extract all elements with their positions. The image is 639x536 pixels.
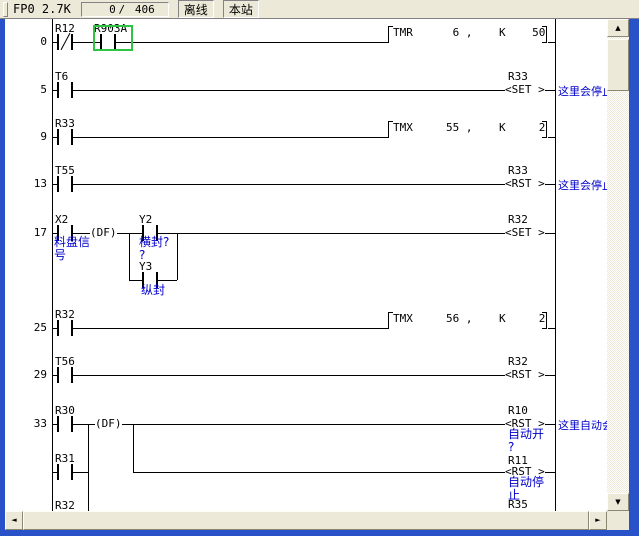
arrow-up-icon: ▲ bbox=[615, 25, 620, 32]
rung-number: 29 bbox=[5, 368, 47, 381]
wire-horizontal bbox=[52, 424, 555, 425]
contact-no-R30[interactable] bbox=[57, 416, 73, 432]
wire-horizontal bbox=[52, 328, 388, 329]
wire-vertical bbox=[177, 233, 178, 280]
wire-horizontal bbox=[52, 90, 555, 91]
device-label: R32 bbox=[55, 500, 75, 511]
vertical-scroll-thumb[interactable] bbox=[607, 39, 629, 91]
device-label: R33 bbox=[55, 118, 75, 130]
instruction-bracket-right bbox=[542, 26, 547, 43]
scroll-right-button[interactable]: ► bbox=[589, 511, 607, 530]
toolbar-grip[interactable] bbox=[3, 2, 8, 17]
step-current: 0 bbox=[82, 3, 116, 16]
instruction-bracket-left bbox=[388, 121, 393, 138]
device-label: T55 bbox=[55, 165, 75, 177]
comment-annotation: 这里会停止 bbox=[558, 83, 607, 99]
contact-no-T6[interactable] bbox=[57, 82, 73, 98]
device-label: R10 bbox=[508, 405, 528, 417]
contact-no-T56[interactable] bbox=[57, 367, 73, 383]
device-label: R30 bbox=[55, 405, 75, 417]
contact-no-R32[interactable] bbox=[57, 320, 73, 336]
arrow-left-icon: ◄ bbox=[11, 517, 16, 524]
device-label: R32 bbox=[508, 356, 528, 368]
step-total: 406 bbox=[128, 3, 162, 16]
left-power-rail bbox=[52, 19, 53, 511]
mode-indicator[interactable]: 离线 bbox=[178, 0, 214, 18]
device-type-label: FP0 2.7K bbox=[13, 2, 71, 16]
coil-set-R32[interactable]: <SET > bbox=[505, 226, 545, 240]
instruction-bracket-right bbox=[542, 121, 547, 138]
vertical-scrollbar[interactable]: ▲ ▼ bbox=[607, 19, 629, 511]
wire-vertical bbox=[129, 233, 130, 280]
scrollbar-corner bbox=[607, 511, 629, 530]
comment-label: 纵封 bbox=[141, 284, 165, 297]
arrow-down-icon: ▼ bbox=[615, 499, 620, 506]
status-toolbar: FP0 2.7K 0 / 406 离线 本站 bbox=[0, 0, 639, 19]
horizontal-scroll-thumb[interactable] bbox=[23, 511, 589, 530]
contact-nc-R12[interactable] bbox=[57, 34, 73, 50]
rung-number: 5 bbox=[5, 83, 47, 96]
wire-vertical bbox=[133, 424, 134, 472]
comment-annotation: 这里会停止 bbox=[558, 177, 607, 193]
ladder-editor-area[interactable]: 0R12R903ATMR 6 , K 505T6R33<SET >这里会停止9R… bbox=[5, 19, 607, 511]
device-label: R35 bbox=[508, 499, 528, 511]
wire-horizontal bbox=[548, 137, 555, 138]
coil-rst-R32[interactable]: <RST > bbox=[505, 368, 545, 382]
plc-editor-window: FP0 2.7K 0 / 406 离线 本站 0R12R903ATMR 6 , … bbox=[0, 0, 639, 536]
wire-horizontal bbox=[548, 42, 555, 43]
instruction-bracket-left bbox=[388, 26, 393, 43]
device-label: T6 bbox=[55, 71, 68, 83]
contact-no-R33[interactable] bbox=[57, 129, 73, 145]
device-label: Y2 bbox=[139, 214, 152, 226]
timer-instruction-TMX55[interactable]: TMX 55 , K 2 bbox=[393, 121, 545, 134]
device-label: R31 bbox=[55, 453, 75, 465]
instruction-bracket-left bbox=[388, 312, 393, 329]
wire-horizontal bbox=[52, 375, 555, 376]
instruction-bracket-right bbox=[542, 312, 547, 329]
device-label: R32 bbox=[508, 214, 528, 226]
comment-annotation: 这里自动会 bbox=[558, 417, 607, 433]
wire-vertical bbox=[88, 424, 89, 511]
timer-instruction-TMX56[interactable]: TMX 56 , K 2 bbox=[393, 312, 545, 325]
wire-horizontal bbox=[133, 472, 555, 473]
scroll-left-button[interactable]: ◄ bbox=[5, 511, 23, 530]
step-separator: / bbox=[116, 3, 128, 16]
device-label: R12 bbox=[55, 23, 75, 35]
wire-horizontal bbox=[52, 184, 555, 185]
device-label: R33 bbox=[508, 165, 528, 177]
coil-rst-R33[interactable]: <RST > bbox=[505, 177, 545, 191]
station-indicator[interactable]: 本站 bbox=[223, 0, 259, 18]
device-label: X2 bbox=[55, 214, 68, 226]
rung-number: 0 bbox=[5, 35, 47, 48]
coil-set-R33[interactable]: <SET > bbox=[505, 83, 545, 97]
selection-cursor[interactable] bbox=[93, 25, 133, 51]
comment-label: 横封? ? bbox=[139, 236, 169, 262]
wire-horizontal bbox=[52, 137, 388, 138]
timer-instruction-TMR6[interactable]: TMR 6 , K 50 bbox=[393, 26, 545, 39]
wire-horizontal bbox=[548, 328, 555, 329]
horizontal-scrollbar[interactable]: ◄ ► bbox=[5, 511, 607, 530]
rung-number: 9 bbox=[5, 130, 47, 143]
step-counter-panel: 0 / 406 bbox=[81, 2, 169, 17]
comment-label: 料盘信 号 bbox=[54, 236, 90, 262]
contact-no-R31[interactable] bbox=[57, 464, 73, 480]
arrow-right-icon: ► bbox=[595, 517, 600, 524]
rung-number: 13 bbox=[5, 177, 47, 190]
scroll-down-button[interactable]: ▼ bbox=[607, 493, 629, 511]
contact-no-T55[interactable] bbox=[57, 176, 73, 192]
rung-number: 25 bbox=[5, 321, 47, 334]
device-label: R32 bbox=[55, 309, 75, 321]
rung-number: 33 bbox=[5, 417, 47, 430]
df-instruction[interactable]: (DF) bbox=[95, 417, 122, 431]
device-label: Y3 bbox=[139, 261, 152, 273]
comment-label: 自动开 ? bbox=[508, 428, 544, 454]
df-instruction[interactable]: (DF) bbox=[90, 226, 117, 240]
device-label: T56 bbox=[55, 356, 75, 368]
rung-number: 17 bbox=[5, 226, 47, 239]
device-label: R33 bbox=[508, 71, 528, 83]
wire-horizontal bbox=[52, 233, 555, 234]
scroll-up-button[interactable]: ▲ bbox=[607, 19, 629, 37]
right-power-rail bbox=[555, 19, 556, 511]
